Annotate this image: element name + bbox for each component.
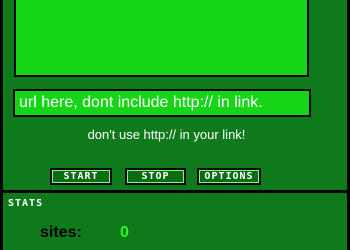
stop-button[interactable]: STOP <box>125 168 186 185</box>
output-panel <box>14 0 309 77</box>
section-divider <box>0 190 350 193</box>
options-button[interactable]: OPTIONS <box>197 168 261 185</box>
sites-count: 0 <box>120 224 129 241</box>
sites-label: sites: <box>40 224 82 241</box>
url-input[interactable]: url here, dont include http:// in link. <box>13 89 311 117</box>
usage-note: don't use http:// in your link! <box>87 127 246 142</box>
stats-heading: STATS <box>8 198 44 209</box>
left-border <box>0 0 3 250</box>
start-button[interactable]: START <box>50 168 112 185</box>
